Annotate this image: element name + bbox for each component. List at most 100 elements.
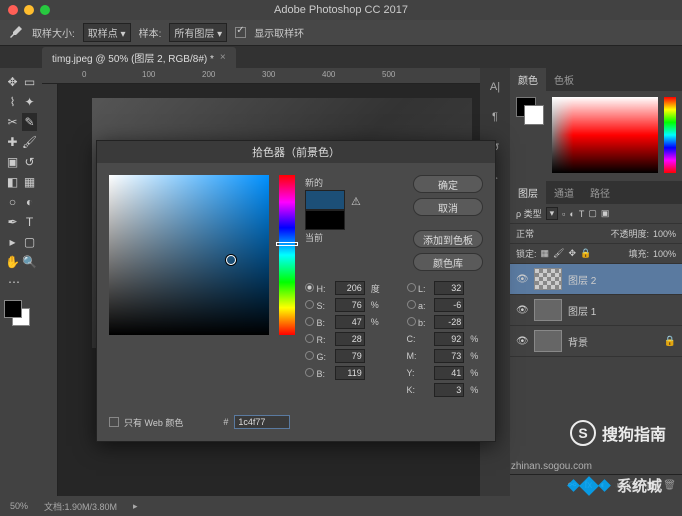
- r-radio[interactable]: [305, 334, 314, 343]
- h-input[interactable]: [335, 281, 365, 295]
- filter-type-icon[interactable]: T: [579, 209, 585, 219]
- hue-cursor[interactable]: [276, 242, 298, 246]
- k-input[interactable]: [434, 383, 464, 397]
- maximize-window-button[interactable]: [40, 5, 50, 15]
- ok-button[interactable]: 确定: [413, 175, 483, 193]
- b-radio[interactable]: [407, 317, 416, 326]
- gamut-warning-icon[interactable]: ⚠: [351, 195, 361, 208]
- pen-tool[interactable]: ✒: [5, 213, 20, 231]
- wand-tool[interactable]: ✦: [22, 93, 37, 111]
- lock-transparency-icon[interactable]: ▦: [541, 248, 550, 259]
- l-radio[interactable]: [407, 283, 416, 292]
- zoom-level[interactable]: 50%: [10, 501, 28, 511]
- filter-shape-icon[interactable]: ▢: [588, 208, 597, 219]
- vertical-ruler[interactable]: [42, 84, 58, 496]
- filter-adjust-icon[interactable]: ◐: [569, 209, 574, 219]
- cancel-button[interactable]: 取消: [413, 198, 483, 216]
- stamp-tool[interactable]: ▣: [5, 153, 20, 171]
- color-panel-gradient[interactable]: [552, 97, 658, 173]
- bb-radio[interactable]: [305, 368, 314, 377]
- close-tab-icon[interactable]: ×: [220, 52, 226, 63]
- close-window-button[interactable]: [8, 5, 18, 15]
- y-input[interactable]: [434, 366, 464, 380]
- layer-name[interactable]: 图层 2: [568, 272, 596, 287]
- kind-filter-select[interactable]: ▾: [546, 207, 559, 220]
- brush-tool[interactable]: 🖌: [22, 133, 37, 151]
- saturation-value-field[interactable]: [109, 175, 269, 335]
- marquee-tool[interactable]: ▭: [22, 73, 37, 91]
- show-sample-ring-checkbox[interactable]: [235, 27, 246, 38]
- a-input[interactable]: [434, 298, 464, 312]
- a-radio[interactable]: [407, 300, 416, 309]
- hex-input[interactable]: [234, 415, 290, 429]
- bv-radio[interactable]: [305, 317, 314, 326]
- s-input[interactable]: [335, 298, 365, 312]
- layer-name[interactable]: 图层 1: [568, 303, 596, 318]
- filter-image-icon[interactable]: ▫: [562, 209, 565, 219]
- doc-size[interactable]: 文档:1.90M/3.80M: [44, 500, 117, 513]
- lock-pixels-icon[interactable]: 🖌: [553, 248, 564, 259]
- sv-cursor[interactable]: [226, 255, 236, 265]
- r-input[interactable]: [335, 332, 365, 346]
- m-input[interactable]: [434, 349, 464, 363]
- add-swatch-button[interactable]: 添加到色板: [413, 230, 483, 248]
- g-radio[interactable]: [305, 351, 314, 360]
- edit-toolbar[interactable]: ⋯: [5, 273, 23, 291]
- status-arrow-icon[interactable]: ▸: [133, 501, 138, 512]
- visibility-icon[interactable]: 👁: [516, 274, 528, 285]
- horizontal-ruler[interactable]: 0 100 200 300 400 500: [42, 68, 480, 84]
- visibility-icon[interactable]: 👁: [516, 305, 528, 316]
- character-panel-icon[interactable]: A|: [486, 78, 504, 96]
- l-input[interactable]: [434, 281, 464, 295]
- shape-tool[interactable]: ▢: [22, 233, 37, 251]
- foreground-swatch[interactable]: [4, 300, 22, 318]
- channels-tab[interactable]: 通道: [546, 181, 582, 204]
- lock-all-icon[interactable]: 🔒: [580, 248, 591, 259]
- opacity-value[interactable]: 100%: [653, 229, 676, 239]
- layer-row[interactable]: 👁 背景 🔒: [510, 326, 682, 357]
- s-radio[interactable]: [305, 300, 314, 309]
- eyedropper-tool[interactable]: ✎: [22, 113, 37, 131]
- crop-tool[interactable]: ✂: [5, 113, 20, 131]
- bv-input[interactable]: [335, 315, 365, 329]
- g-input[interactable]: [335, 349, 365, 363]
- blue-input[interactable]: [335, 366, 365, 380]
- document-tab[interactable]: timg.jpeg @ 50% (图层 2, RGB/8#) * ×: [42, 47, 236, 68]
- visibility-icon[interactable]: 👁: [516, 336, 528, 347]
- layer-thumbnail[interactable]: [534, 299, 562, 321]
- layer-row[interactable]: 👁 图层 2: [510, 264, 682, 295]
- color-libraries-button[interactable]: 颜色库: [413, 253, 483, 271]
- layer-thumbnail[interactable]: [534, 268, 562, 290]
- new-color-swatch[interactable]: [305, 190, 345, 210]
- paths-tab[interactable]: 路径: [582, 181, 618, 204]
- hand-tool[interactable]: ✋: [5, 253, 20, 271]
- web-colors-checkbox[interactable]: [109, 417, 119, 427]
- color-tab[interactable]: 颜色: [510, 68, 546, 91]
- filter-smart-icon[interactable]: ▣: [601, 208, 610, 219]
- layers-tab[interactable]: 图层: [510, 181, 546, 204]
- h-radio[interactable]: [305, 283, 314, 292]
- sample-layers-select[interactable]: 所有图层 ▾: [169, 23, 227, 42]
- eraser-tool[interactable]: ◧: [5, 173, 20, 191]
- b-input[interactable]: [434, 315, 464, 329]
- minimize-window-button[interactable]: [24, 5, 34, 15]
- path-select-tool[interactable]: ▸: [5, 233, 20, 251]
- current-color-swatch[interactable]: [305, 210, 345, 230]
- lock-position-icon[interactable]: ✥: [568, 248, 576, 259]
- move-tool[interactable]: ✥: [5, 73, 20, 91]
- color-panel-swatches[interactable]: [516, 97, 546, 127]
- blend-mode-select[interactable]: 正常: [516, 227, 566, 240]
- gradient-tool[interactable]: ▦: [22, 173, 37, 191]
- fill-value[interactable]: 100%: [653, 249, 676, 259]
- swatches-tab[interactable]: 色板: [546, 68, 582, 91]
- history-brush-tool[interactable]: ↺: [22, 153, 37, 171]
- hue-slider[interactable]: [279, 175, 295, 335]
- paragraph-panel-icon[interactable]: ¶: [486, 108, 504, 126]
- dodge-tool[interactable]: ◐: [22, 193, 37, 211]
- heal-tool[interactable]: ✚: [5, 133, 20, 151]
- type-tool[interactable]: T: [22, 213, 37, 231]
- sample-size-select[interactable]: 取样点 ▾: [83, 23, 131, 42]
- dialog-title[interactable]: 拾色器（前景色）: [97, 141, 495, 163]
- color-swatches[interactable]: [4, 300, 34, 330]
- delete-layer-icon[interactable]: 🗑: [663, 480, 676, 491]
